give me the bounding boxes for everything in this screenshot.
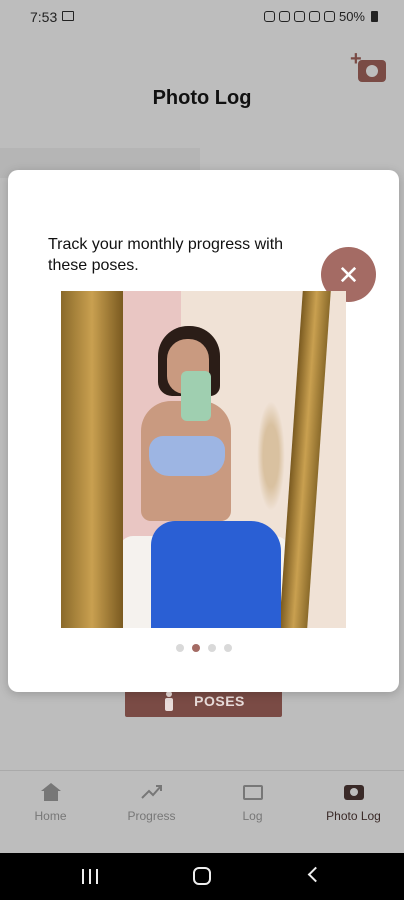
wifi-icon [308, 11, 320, 22]
home-icon [40, 783, 62, 801]
progress-icon [140, 783, 163, 801]
carousel-dot[interactable] [175, 644, 184, 652]
nav-item-home[interactable]: Home [0, 771, 101, 853]
carousel-dot[interactable] [191, 644, 200, 652]
gallery-notification-icon [62, 11, 74, 21]
poses-modal: Track your monthly progress with these p… [8, 170, 399, 692]
signal-icon [323, 11, 335, 22]
status-icons: 50% [263, 9, 378, 24]
camera-icon [343, 783, 365, 801]
person-icon [162, 691, 176, 711]
back-icon[interactable] [307, 866, 324, 883]
app-header: Photo Log + [0, 34, 404, 154]
folder-icon [242, 783, 264, 801]
nav-item-photo-log[interactable]: Photo Log [303, 771, 404, 853]
alarm-icon [263, 11, 275, 22]
nav-label-photo-log: Photo Log [326, 809, 381, 823]
nav-item-progress[interactable]: Progress [101, 771, 202, 853]
carousel-dots [8, 644, 399, 652]
clock-icon [278, 11, 290, 22]
page-title: Photo Log [152, 87, 252, 109]
nav-label-home: Home [34, 809, 67, 823]
home-button-icon[interactable] [193, 867, 211, 885]
bluetooth-icon [293, 11, 305, 22]
modal-message: Track your monthly progress with these p… [48, 236, 284, 274]
poses-button-label: POSES [194, 693, 245, 709]
battery-percent: 50% [338, 9, 365, 24]
carousel-dot[interactable] [223, 644, 232, 652]
bottom-nav: Home Progress Log Photo Log [0, 770, 404, 853]
camera-icon [358, 60, 386, 82]
status-bar: 7:53 50% [0, 0, 404, 34]
nav-label-progress: Progress [127, 809, 176, 823]
system-nav-bar [0, 853, 404, 900]
battery-icon [371, 11, 378, 22]
nav-item-log[interactable]: Log [202, 771, 303, 853]
nav-label-log: Log [242, 809, 263, 823]
close-icon: ✕ [337, 259, 360, 290]
pose-example-image[interactable] [61, 291, 346, 628]
carousel-dot[interactable] [207, 644, 216, 652]
recent-apps-icon[interactable] [82, 869, 98, 884]
status-time: 7:53 [30, 9, 58, 25]
add-photo-button[interactable]: + [350, 49, 386, 86]
